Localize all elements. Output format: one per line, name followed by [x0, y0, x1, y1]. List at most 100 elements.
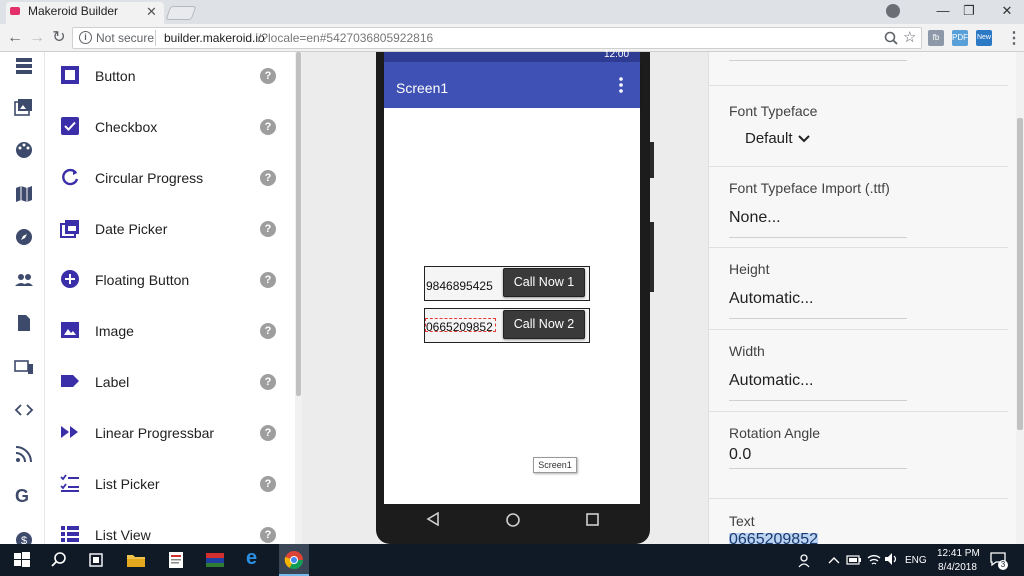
profile-icon[interactable] [886, 4, 900, 18]
component-palette: Button ? Checkbox ? Circular Progress ? … [45, 52, 295, 544]
call-now-2-button[interactable]: Call Now 2 [503, 310, 585, 339]
reload-icon[interactable]: ↻ [48, 27, 70, 49]
extension-new-icon[interactable]: New [976, 30, 992, 46]
phone-side-button [650, 142, 654, 178]
language-indicator[interactable]: ENG [905, 555, 927, 566]
help-icon[interactable]: ? [260, 272, 276, 288]
nav-back-icon[interactable] [426, 512, 440, 526]
label-icon [61, 375, 79, 387]
security-label[interactable]: Not secure [96, 31, 154, 45]
field-underline [729, 237, 907, 238]
windows-start-icon[interactable] [12, 550, 32, 570]
phone-number-label-1[interactable]: 9846895425 [426, 279, 493, 293]
category-rail [0, 52, 45, 544]
component-item-floating-button[interactable]: Floating Button ? [45, 256, 295, 307]
google-icon[interactable]: G [15, 486, 29, 507]
new-tab-button[interactable] [165, 6, 197, 20]
component-list-scroll-thumb[interactable] [296, 52, 301, 396]
component-item-list-picker[interactable]: List Picker ? [45, 460, 295, 511]
help-icon[interactable]: ? [260, 476, 276, 492]
palette-icon[interactable] [14, 140, 34, 160]
phone-number-label-2[interactable]: 0665209852 [426, 320, 493, 334]
component-label: Circular Progress [95, 170, 204, 186]
image-icon [61, 322, 79, 338]
property-divider [708, 498, 1008, 499]
document-icon[interactable] [14, 313, 34, 333]
url-path[interactable]: /?locale=en#5427036805922816 [258, 31, 433, 45]
people-icon[interactable] [14, 270, 34, 290]
phone-screen[interactable] [384, 108, 640, 504]
flag-app-icon[interactable] [205, 550, 225, 570]
rotation-angle-field[interactable]: 0.0 [729, 446, 751, 464]
component-item-label[interactable]: Label ? [45, 358, 295, 409]
text-label: Text [729, 513, 755, 529]
compass-icon[interactable] [14, 227, 34, 247]
tab-close-icon[interactable]: ✕ [146, 4, 157, 20]
component-item-linear-progressbar[interactable]: Linear Progressbar ? [45, 409, 295, 460]
nav-home-icon[interactable] [505, 512, 521, 528]
circular-progress-icon [62, 168, 79, 186]
help-icon[interactable]: ? [260, 425, 276, 441]
wifi-icon[interactable] [866, 552, 882, 566]
extension-pdf-icon[interactable]: PDF [952, 30, 968, 46]
file-explorer-icon[interactable] [126, 550, 146, 570]
clock-date[interactable]: 8/4/2018 [938, 562, 977, 573]
help-icon[interactable]: ? [260, 374, 276, 390]
help-icon[interactable]: ? [260, 221, 276, 237]
width-label: Width [729, 343, 765, 359]
help-icon[interactable]: ? [260, 119, 276, 135]
component-item-date-picker[interactable]: Date Picker ? [45, 205, 295, 256]
minimize-button[interactable]: — [932, 2, 954, 20]
call-now-1-button[interactable]: Call Now 1 [503, 268, 585, 297]
chrome-browser-icon[interactable] [284, 550, 304, 570]
help-icon[interactable]: ? [260, 527, 276, 543]
edge-browser-icon[interactable]: e [246, 547, 257, 570]
task-view-icon[interactable] [86, 550, 106, 570]
image-gallery-icon[interactable] [14, 97, 34, 117]
rss-icon[interactable] [14, 444, 34, 464]
people-tray-icon[interactable] [798, 552, 814, 568]
help-icon[interactable]: ? [260, 323, 276, 339]
help-icon[interactable]: ? [260, 170, 276, 186]
component-item-list-view[interactable]: List View ? [45, 511, 295, 544]
search-icon[interactable] [49, 550, 69, 570]
component-label: Linear Progressbar [95, 425, 215, 441]
component-item-button[interactable]: Button ? [45, 52, 295, 103]
code-icon[interactable] [14, 400, 34, 420]
field-underline [729, 318, 907, 319]
chevron-down-icon[interactable] [798, 134, 810, 144]
component-label: List View [95, 527, 151, 543]
component-label: Floating Button [95, 272, 190, 288]
tray-chevron-up-icon[interactable] [828, 556, 840, 564]
devices-icon[interactable] [14, 357, 34, 377]
close-window-button[interactable]: ✕ [996, 2, 1018, 20]
forward-arrow-icon[interactable]: → [26, 27, 48, 49]
font-typeface-import-field[interactable]: None... [729, 209, 781, 227]
volume-icon[interactable] [884, 552, 900, 566]
help-icon[interactable]: ? [260, 68, 276, 84]
battery-icon[interactable] [846, 554, 862, 566]
height-field[interactable]: Automatic... [729, 290, 813, 308]
clock-time[interactable]: 12:41 PM [937, 548, 980, 559]
back-arrow-icon[interactable]: ← [4, 27, 26, 49]
notepad-app-icon[interactable] [166, 550, 186, 570]
layers-icon[interactable] [14, 56, 34, 76]
overflow-menu-icon[interactable] [616, 76, 626, 94]
floating-button-icon [61, 270, 79, 288]
bookmark-star-icon[interactable]: ☆ [903, 28, 916, 46]
font-typeface-dropdown[interactable]: Default [745, 130, 793, 147]
width-field[interactable]: Automatic... [729, 372, 813, 390]
extension-fb-icon[interactable]: fb [928, 30, 944, 46]
maximize-button[interactable]: ❐ [958, 2, 980, 20]
map-icon[interactable] [14, 184, 34, 204]
component-item-image[interactable]: Image ? [45, 307, 295, 358]
text-field[interactable]: 0665209852 [729, 533, 818, 544]
properties-scroll-thumb[interactable] [1017, 118, 1023, 430]
info-icon[interactable]: i [79, 31, 92, 44]
nav-recents-icon[interactable] [586, 513, 599, 526]
url-host[interactable]: builder.makeroid.io [164, 31, 265, 45]
component-item-circular-progress[interactable]: Circular Progress ? [45, 154, 295, 205]
browser-menu-icon[interactable]: ⋮ [1006, 28, 1022, 48]
zoom-icon[interactable] [884, 31, 898, 45]
component-item-checkbox[interactable]: Checkbox ? [45, 103, 295, 154]
